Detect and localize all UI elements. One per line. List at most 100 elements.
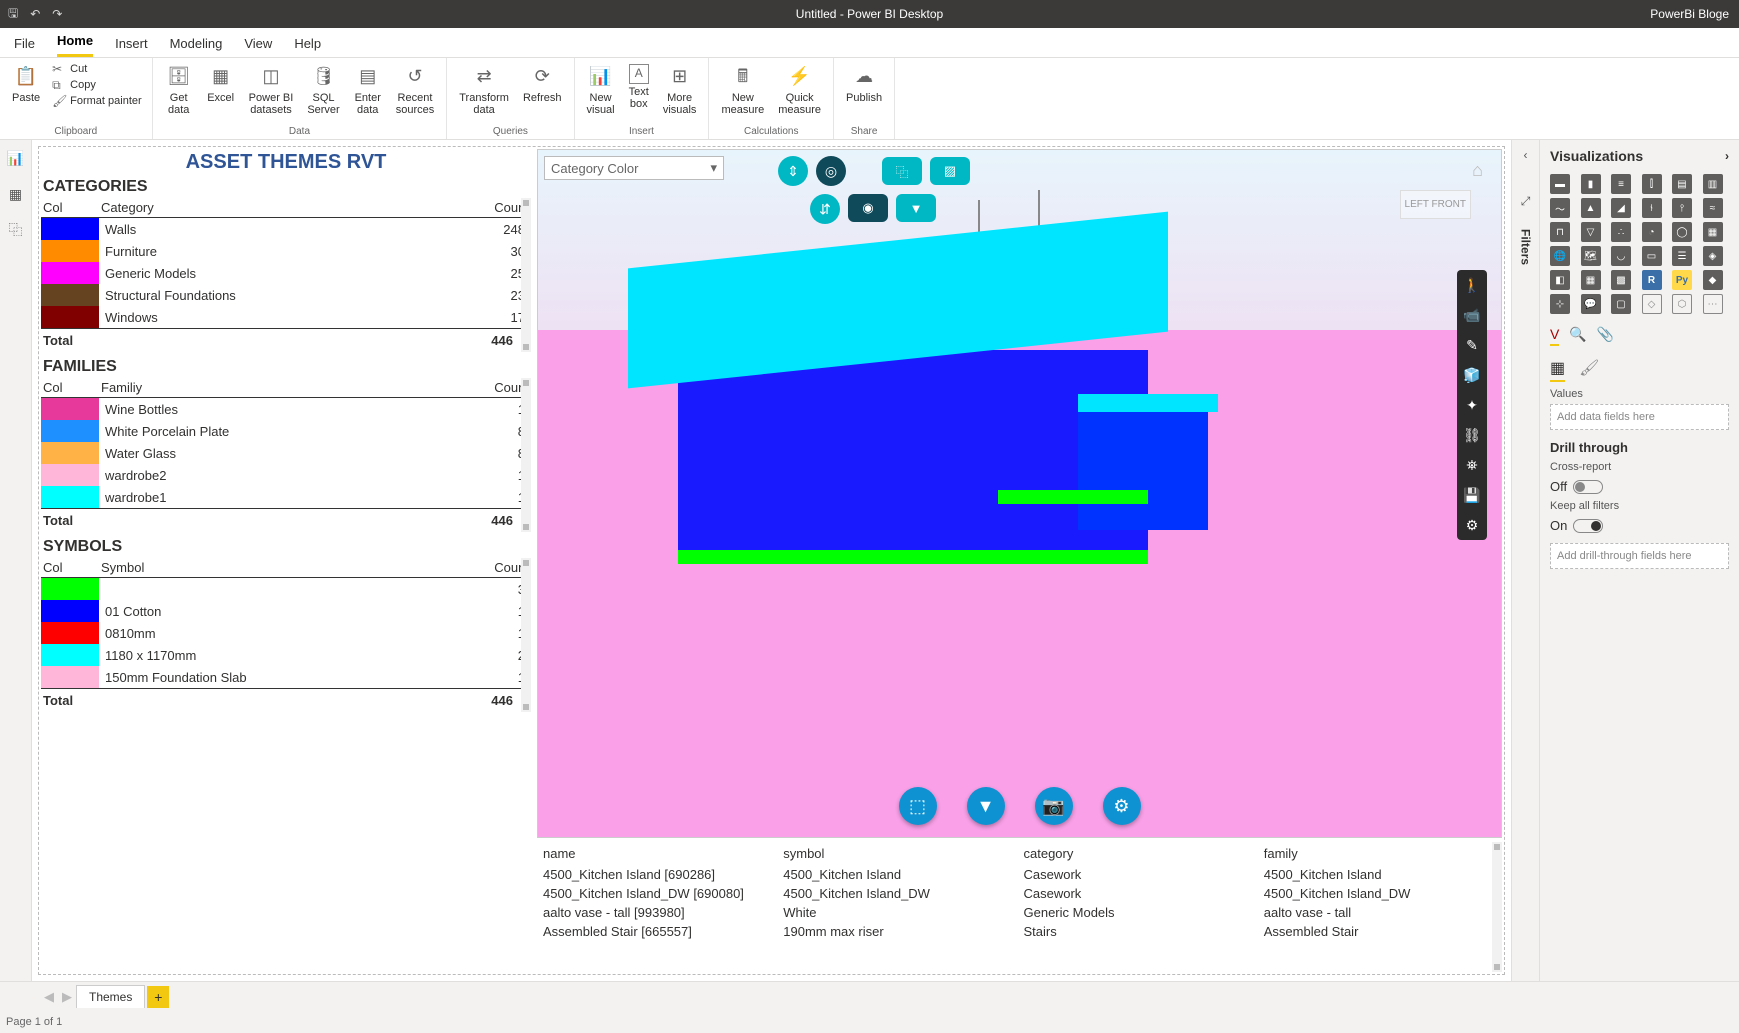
home-icon[interactable]: ⌂: [1472, 160, 1483, 181]
tab-modeling[interactable]: Modeling: [170, 36, 223, 57]
user-label[interactable]: PowerBi Bloge: [1650, 7, 1739, 21]
viz-stacked-bar[interactable]: ▬: [1550, 174, 1570, 194]
viz-python[interactable]: Py: [1672, 270, 1692, 290]
table-row[interactable]: Generic Models25: [41, 262, 531, 284]
filters-label[interactable]: Filters: [1519, 229, 1533, 265]
cross-report-toggle[interactable]: [1573, 480, 1603, 494]
viz-key-influencers[interactable]: ◆: [1703, 270, 1723, 290]
get-data-button[interactable]: 🗄Get data: [163, 62, 195, 118]
save-viewer-icon[interactable]: 💾: [1457, 480, 1487, 510]
data-view-icon[interactable]: ▦: [6, 184, 26, 204]
recent-sources-button[interactable]: ↺Recent sources: [394, 62, 437, 118]
family-header[interactable]: Familiy: [101, 380, 469, 395]
dt-family-header[interactable]: family: [1260, 846, 1500, 861]
page-tab-themes[interactable]: Themes: [76, 985, 145, 1008]
tool-hatch-icon[interactable]: ▨: [930, 157, 970, 185]
scrollbar[interactable]: [521, 558, 531, 712]
report-view-icon[interactable]: 📊: [6, 148, 26, 168]
viz-table[interactable]: ▦: [1581, 270, 1601, 290]
camera-icon[interactable]: 📹: [1457, 300, 1487, 330]
count-header[interactable]: Count: [469, 560, 529, 575]
col-header[interactable]: Col: [43, 200, 101, 215]
tab-home[interactable]: Home: [57, 33, 93, 57]
viz-stacked-area[interactable]: ◢: [1611, 198, 1631, 218]
viz-donut[interactable]: ◯: [1672, 222, 1692, 242]
viz-treemap[interactable]: ▦: [1703, 222, 1723, 242]
tree-icon[interactable]: ⛯: [1457, 450, 1487, 480]
excel-button[interactable]: ▦Excel: [205, 62, 237, 106]
symbol-header[interactable]: Symbol: [101, 560, 469, 575]
viz-scatter[interactable]: ∴: [1611, 222, 1631, 242]
prev-page-icon[interactable]: ◀: [40, 989, 58, 1005]
viz-100-column[interactable]: ▥: [1703, 174, 1723, 194]
link-icon[interactable]: ⛓: [1457, 420, 1487, 450]
scrollbar[interactable]: [1492, 842, 1502, 972]
table-row[interactable]: 01 Cotton1: [41, 600, 531, 622]
filter-clear-icon[interactable]: ▼: [967, 787, 1005, 825]
viz-multi-card[interactable]: ☰: [1672, 246, 1692, 266]
next-page-icon[interactable]: ▶: [58, 989, 76, 1005]
table-row[interactable]: 3: [41, 578, 531, 600]
viz-kpi[interactable]: ◈: [1703, 246, 1723, 266]
more-visuals-button[interactable]: ⊞More visuals: [661, 62, 699, 118]
table-row[interactable]: Water Glass8: [41, 442, 531, 464]
search-icon[interactable]: 🔍: [1569, 326, 1586, 346]
transform-data-button[interactable]: ⇄Transform data: [457, 62, 511, 118]
collapse-filters-icon[interactable]: ‹: [1524, 148, 1528, 162]
viz-paginated[interactable]: ▢: [1611, 294, 1631, 314]
view-cube[interactable]: LEFT FRONT: [1400, 190, 1471, 219]
cut-button[interactable]: ✂Cut: [52, 62, 142, 76]
tool-sort-icon[interactable]: ⇵: [810, 194, 840, 224]
fields-mode-icon[interactable]: ▦: [1550, 358, 1565, 382]
col-header[interactable]: Col: [43, 560, 101, 575]
tool-target-icon[interactable]: ◎: [816, 156, 846, 186]
tab-view[interactable]: View: [244, 36, 272, 57]
3d-viewer[interactable]: Category Color ⌂ LEFT FRONT ⇕ ◎ ⿻ ▨ ⇵ ◉ …: [537, 149, 1502, 838]
table-row[interactable]: Furniture30: [41, 240, 531, 262]
drillthrough-dropzone[interactable]: Add drill-through fields here: [1550, 543, 1729, 569]
viz-clustered-bar[interactable]: ≡: [1611, 174, 1631, 194]
quick-measure-button[interactable]: ⚡Quick measure: [776, 62, 823, 118]
categories-panel[interactable]: CATEGORIES Col Category Count Walls248Fu…: [41, 178, 531, 352]
viz-qa[interactable]: 💬: [1581, 294, 1601, 314]
values-dropzone[interactable]: Add data fields here: [1550, 404, 1729, 430]
add-page-button[interactable]: +: [147, 986, 169, 1008]
viz-r[interactable]: R: [1642, 270, 1662, 290]
format-painter-button[interactable]: 🖌Format painter: [52, 94, 142, 108]
category-header[interactable]: Category: [101, 200, 469, 215]
table-row[interactable]: 0810mm1: [41, 622, 531, 644]
text-box-button[interactable]: AText box: [627, 62, 651, 112]
tool-filter-icon[interactable]: ▼: [896, 194, 936, 222]
model-view-icon[interactable]: ⿻: [6, 220, 26, 240]
enter-data-button[interactable]: ▤Enter data: [352, 62, 384, 118]
col-header[interactable]: Col: [43, 380, 101, 395]
viz-gauge[interactable]: ◡: [1611, 246, 1631, 266]
copy-button[interactable]: ⧉Copy: [52, 78, 142, 92]
viz-more[interactable]: ⋯: [1703, 294, 1723, 314]
count-header[interactable]: Count: [469, 380, 529, 395]
gear-icon[interactable]: ⚙: [1103, 787, 1141, 825]
tool-expand-icon[interactable]: ⇕: [778, 156, 808, 186]
viz-line-column2[interactable]: ⫯: [1672, 198, 1692, 218]
viz-map[interactable]: 🌐: [1550, 246, 1570, 266]
viz-clustered-column[interactable]: ⫿: [1642, 174, 1662, 194]
viz-ribbon[interactable]: ≈: [1703, 198, 1723, 218]
table-row[interactable]: aalto vase - tall [993980]WhiteGeneric M…: [537, 903, 1502, 922]
table-row[interactable]: Structural Foundations23: [41, 284, 531, 306]
table-row[interactable]: 150mm Foundation Slab1: [41, 666, 531, 688]
table-row[interactable]: Wine Bottles1: [41, 398, 531, 420]
tool-copy-icon[interactable]: ⿻: [882, 157, 922, 185]
viz-stacked-column[interactable]: ▮: [1581, 174, 1601, 194]
scrollbar[interactable]: [521, 378, 531, 532]
viz-funnel[interactable]: ▽: [1581, 222, 1601, 242]
paste-button[interactable]: 📋Paste: [10, 62, 42, 106]
keep-filters-toggle[interactable]: [1573, 519, 1603, 533]
sql-button[interactable]: 🛢SQL Server: [305, 62, 341, 118]
table-row[interactable]: wardrobe11: [41, 486, 531, 508]
undo-icon[interactable]: ↶: [30, 7, 40, 21]
dt-symbol-header[interactable]: symbol: [779, 846, 1019, 861]
explode-icon[interactable]: ✦: [1457, 390, 1487, 420]
viz-slicer[interactable]: ◧: [1550, 270, 1570, 290]
select-box-icon[interactable]: ⬚: [899, 787, 937, 825]
table-row[interactable]: 1180 x 1170mm2: [41, 644, 531, 666]
